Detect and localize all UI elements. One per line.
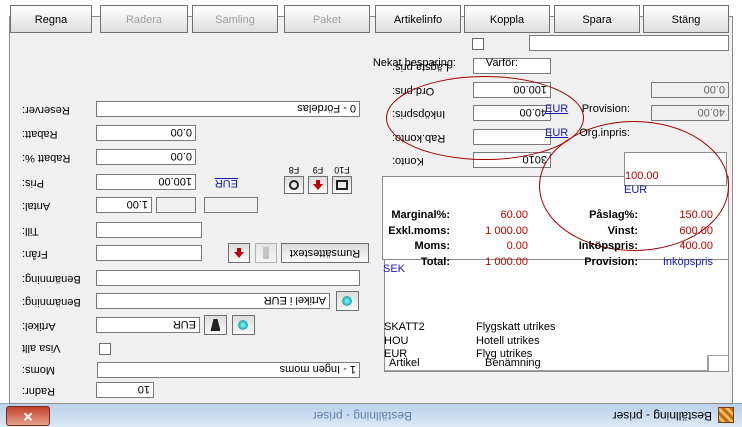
moms-label: Moms: <box>22 364 55 376</box>
close-button[interactable]: ✕ <box>6 406 50 426</box>
radnr-label: Radnr: <box>22 385 56 397</box>
rabatt-pct-field[interactable]: 0.00 <box>96 149 196 165</box>
artikel-search-button[interactable] <box>204 315 227 335</box>
f9-caption: F9 <box>312 165 324 175</box>
f9-button[interactable] <box>308 176 328 194</box>
benamning-go-button[interactable] <box>336 291 359 311</box>
visa-allt-label: Visa allt <box>22 342 61 354</box>
teal-ball-icon <box>238 320 249 330</box>
tab-spara[interactable]: Spara <box>554 5 640 33</box>
benamning-field-1[interactable]: Artikel i EUR <box>96 293 330 309</box>
fran-disabled-button[interactable] <box>255 243 277 263</box>
background-window-title: Beställning - priser <box>312 409 412 423</box>
antal-unit-field <box>156 197 196 213</box>
dialog-body: Radnr: 10 Moms: 1 - Ingen moms Visa allt… <box>9 16 733 404</box>
tab-radera[interactable]: Radera <box>100 5 188 33</box>
fran-label: Från: <box>22 248 48 260</box>
window-title: Beställning - priser <box>612 409 712 423</box>
artikel-label: Artikel: <box>22 320 56 332</box>
tab-koppla[interactable]: Koppla <box>464 5 550 33</box>
tab-stang[interactable]: Stäng <box>643 5 729 33</box>
magnifier-icon <box>289 180 299 190</box>
pris-label: Pris: <box>22 177 44 189</box>
annotation-ellipse-prices <box>386 76 584 160</box>
pris-currency-link[interactable]: EUR <box>215 177 238 189</box>
fran-field[interactable] <box>96 245 202 261</box>
teal-ball-icon <box>342 296 353 306</box>
red-arrow-up-icon <box>313 180 323 190</box>
rabatt-label: Rabatt: <box>22 128 58 140</box>
benamning-label-1: Benämning: <box>22 296 81 308</box>
artikel-go-button[interactable] <box>232 315 255 335</box>
antal-extra-field <box>204 197 258 213</box>
rabatt-pct-label: Rabatt %: <box>22 152 71 164</box>
tab-artikelinfo[interactable]: Artikelinfo <box>375 5 461 33</box>
bar-icon <box>263 247 269 259</box>
tab-regna[interactable]: Regna <box>10 5 92 33</box>
app-icon <box>718 407 734 423</box>
benamning-field-2[interactable] <box>96 270 360 286</box>
article-list[interactable]: Benämning Artikel <box>384 258 729 372</box>
artikel-field[interactable]: EUR <box>96 317 200 333</box>
benamning-label-2: Benämning: <box>22 273 81 285</box>
rabatt-field[interactable]: 0.00 <box>96 125 196 141</box>
f10-caption: F10 <box>334 165 350 175</box>
list-search-icon <box>336 180 348 190</box>
antal-label: Antal: <box>22 200 51 212</box>
f8-caption: F8 <box>288 165 300 175</box>
till-field[interactable] <box>96 222 202 238</box>
nekat-besparing-checkbox[interactable] <box>472 38 484 50</box>
tab-samling[interactable]: Samling <box>192 5 278 33</box>
antal-field[interactable]: 1.00 <box>96 197 152 213</box>
red-arrow-up-icon <box>234 248 244 258</box>
f8-button[interactable] <box>284 176 304 194</box>
reserver-label: Reserver: <box>22 104 70 116</box>
binoculars-icon <box>211 319 221 331</box>
f10-button[interactable] <box>332 176 352 194</box>
page: Beställning - priser Beställning - prise… <box>0 0 742 427</box>
rumsattestext-button[interactable]: Rumsättestext <box>281 243 369 263</box>
lagsta-pris-label: Lägsta pris: <box>392 61 449 73</box>
visa-allt-checkbox[interactable] <box>99 343 111 355</box>
lagsta-pris-field[interactable] <box>473 58 551 74</box>
list-header-spacer <box>708 355 728 371</box>
moms-combobox[interactable]: 1 - Ingen moms <box>97 362 360 378</box>
radnr-field[interactable]: 10 <box>96 382 154 398</box>
orginpris-field: 40.00 <box>651 105 729 121</box>
fran-up-button[interactable] <box>228 243 250 263</box>
varfor-field[interactable] <box>529 35 729 51</box>
tab-paket[interactable]: Paket <box>284 5 370 33</box>
list-header-benamning[interactable]: Benämning <box>481 355 708 371</box>
annotation-ellipse-summary <box>539 121 729 251</box>
provision-field: 0.00 <box>651 82 729 98</box>
list-header-artikel[interactable]: Artikel <box>385 355 481 371</box>
till-label: Till: <box>22 225 39 237</box>
title-bar: Beställning - priser Beställning - prise… <box>0 403 742 427</box>
reserver-combobox[interactable]: 0 - Fördelas <box>96 101 360 117</box>
pris-field[interactable]: 100.00 <box>96 174 196 190</box>
